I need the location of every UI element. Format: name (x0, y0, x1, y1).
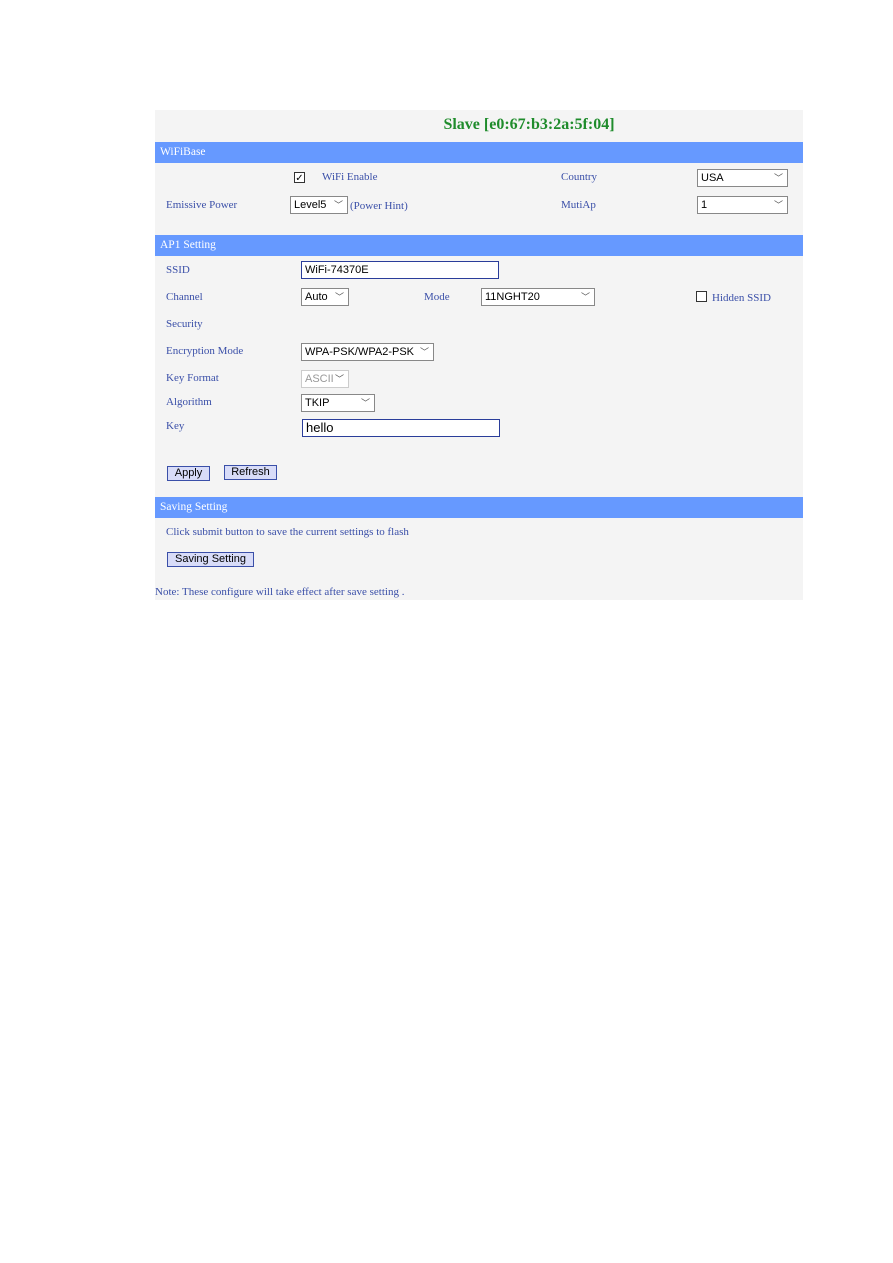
power-hint: (Power Hint) (350, 200, 408, 212)
multiap-select[interactable]: 1 ﹀ (697, 196, 788, 214)
ssid-input[interactable]: WiFi-74370E (301, 261, 499, 279)
security-label: Security (166, 318, 203, 330)
encryption-mode-label: Encryption Mode (166, 345, 244, 357)
chevron-down-icon: ﹀ (334, 374, 344, 384)
note-text: Note: These configure will take effect a… (155, 586, 405, 598)
hidden-ssid-label: Hidden SSID (712, 292, 771, 304)
chevron-down-icon: ﹀ (334, 292, 344, 302)
channel-select[interactable]: Auto ﹀ (301, 288, 349, 306)
channel-label: Channel (166, 291, 203, 303)
multiap-value: 1 (701, 199, 708, 211)
saving-setting-button[interactable]: Saving Setting (167, 552, 254, 567)
ssid-label: SSID (166, 264, 190, 276)
refresh-button[interactable]: Refresh (224, 465, 277, 480)
multiap-label: MutiAp (561, 199, 596, 211)
mode-select[interactable]: 11NGHT20 ﹀ (481, 288, 595, 306)
key-format-label: Key Format (166, 372, 219, 384)
key-label: Key (166, 420, 185, 432)
key-input[interactable]: hello (302, 419, 500, 437)
algorithm-select[interactable]: TKIP ﹀ (301, 394, 375, 412)
hidden-ssid-checkbox[interactable] (696, 291, 707, 302)
power-value: Level5 (294, 199, 327, 211)
check-icon: ✓ (295, 173, 304, 184)
wifi-enable-label: WiFi Enable (322, 171, 378, 183)
wifi-enable-checkbox[interactable]: ✓ (294, 172, 305, 184)
key-format-value: ASCII (305, 373, 334, 385)
apply-button[interactable]: Apply (167, 466, 210, 481)
encryption-mode-select[interactable]: WPA-PSK/WPA2-PSK ﹀ (301, 343, 434, 361)
key-format-select[interactable]: ASCII ﹀ (301, 370, 349, 388)
section-header-ap1: AP1 Setting (155, 235, 803, 256)
algorithm-label: Algorithm (166, 396, 212, 408)
chevron-down-icon: ﹀ (773, 173, 783, 183)
country-select[interactable]: USA ﹀ (697, 169, 788, 187)
chevron-down-icon: ﹀ (360, 398, 370, 408)
chevron-down-icon: ﹀ (419, 347, 429, 357)
encryption-value: WPA-PSK/WPA2-PSK (305, 346, 415, 358)
chevron-down-icon: ﹀ (773, 200, 783, 210)
country-label: Country (561, 171, 598, 183)
mode-label: Mode (424, 291, 450, 303)
mode-value: 11NGHT20 (485, 291, 540, 303)
emissive-power-select[interactable]: Level5 ﹀ (290, 196, 348, 214)
section-header-saving: Saving Setting (155, 497, 803, 518)
settings-panel: Slave [e0:67:b3:2a:5f:04] WiFiBase ✓ WiF… (155, 110, 803, 600)
section-header-wifibase: WiFiBase (155, 142, 803, 163)
saving-description: Click submit button to save the current … (166, 526, 409, 538)
emissive-power-label: Emissive Power (166, 199, 238, 211)
algorithm-value: TKIP (305, 397, 330, 409)
chevron-down-icon: ﹀ (333, 200, 343, 210)
country-value: USA (701, 172, 724, 184)
page-title: Slave [e0:67:b3:2a:5f:04] (443, 116, 615, 133)
chevron-down-icon: ﹀ (580, 292, 590, 302)
channel-value: Auto (305, 291, 328, 303)
